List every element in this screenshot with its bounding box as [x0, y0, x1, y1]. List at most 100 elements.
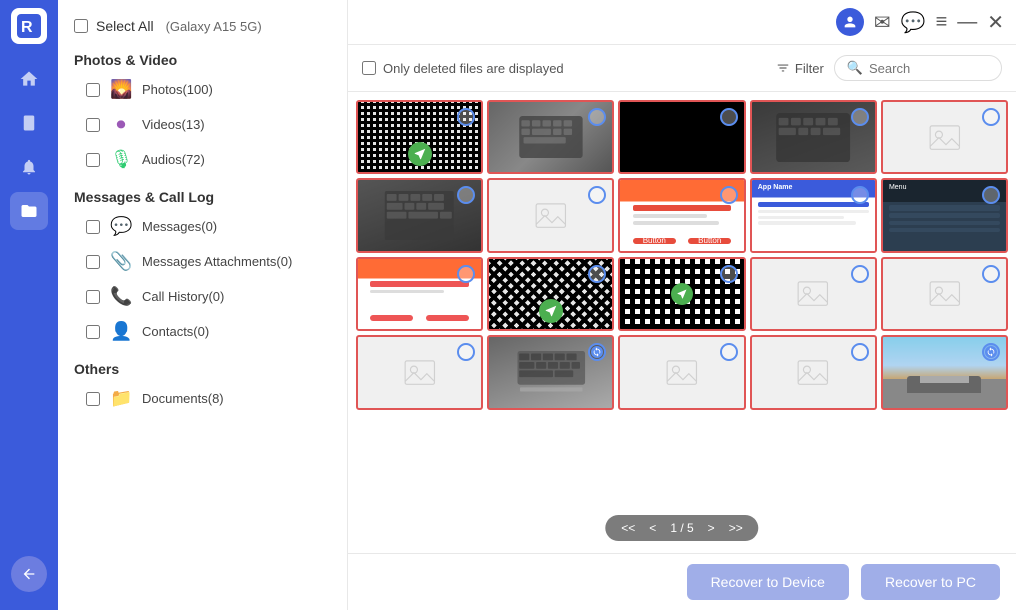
- thumb-17[interactable]: [487, 335, 614, 409]
- thumb-18[interactable]: [618, 335, 745, 409]
- select-circle-3[interactable]: [720, 108, 738, 126]
- select-all-row[interactable]: Select All (Galaxy A15 5G): [58, 10, 347, 46]
- select-circle-5[interactable]: [982, 108, 1000, 126]
- attachments-checkbox[interactable]: [86, 255, 100, 269]
- thumb-7[interactable]: [487, 178, 614, 252]
- messages-label: Messages(0): [142, 219, 217, 234]
- recover-to-pc-button[interactable]: Recover to PC: [861, 564, 1000, 600]
- user-avatar[interactable]: [836, 8, 864, 36]
- select-circle-11[interactable]: [457, 265, 475, 283]
- audios-label: Audios(72): [142, 152, 205, 167]
- select-circle-4[interactable]: [851, 108, 869, 126]
- toolbar: Only deleted files are displayed Filter …: [348, 45, 1016, 92]
- sidebar-item-audios[interactable]: 🎙 Audios(72): [58, 142, 347, 177]
- select-all-label: Select All: [96, 18, 154, 34]
- select-circle-19[interactable]: [851, 343, 869, 361]
- thumb-16[interactable]: [356, 335, 483, 409]
- select-circle-18[interactable]: [720, 343, 738, 361]
- bottom-bar: Recover to Device Recover to PC: [348, 553, 1016, 610]
- deleted-only-filter[interactable]: Only deleted files are displayed: [362, 61, 564, 76]
- thumb-4[interactable]: [750, 100, 877, 174]
- thumb-14[interactable]: [750, 257, 877, 331]
- sidebar-item-documents[interactable]: 📁 Documents(8): [58, 381, 347, 416]
- first-page-button[interactable]: <<: [617, 519, 639, 537]
- sidebar-item-contacts[interactable]: 👤 Contacts(0): [58, 314, 347, 349]
- section-photos-video: Photos & Video: [58, 46, 347, 72]
- select-circle-8[interactable]: [720, 186, 738, 204]
- filter-button[interactable]: Filter: [776, 61, 824, 76]
- sidebar-item-attachments[interactable]: 📎 Messages Attachments(0): [58, 244, 347, 279]
- select-circle-17[interactable]: [588, 343, 606, 361]
- section-others: Others: [58, 355, 347, 381]
- thumb-3[interactable]: [618, 100, 745, 174]
- app-logo: R: [11, 8, 47, 44]
- thumb-5[interactable]: [881, 100, 1008, 174]
- prev-page-button[interactable]: <: [645, 519, 660, 537]
- sidebar-item-videos[interactable]: ⏺ Videos(13): [58, 107, 347, 142]
- filter-label: Filter: [795, 61, 824, 76]
- photos-checkbox[interactable]: [86, 83, 100, 97]
- contacts-checkbox[interactable]: [86, 325, 100, 339]
- audios-checkbox[interactable]: [86, 153, 100, 167]
- search-icon: 🔍: [847, 60, 863, 76]
- select-all-checkbox[interactable]: [74, 19, 88, 33]
- search-box[interactable]: 🔍: [834, 55, 1002, 81]
- select-circle-6[interactable]: [457, 186, 475, 204]
- thumb-8[interactable]: Button Button: [618, 178, 745, 252]
- select-circle-15[interactable]: [982, 265, 1000, 283]
- device-name: (Galaxy A15 5G): [166, 19, 262, 34]
- thumb-15[interactable]: [881, 257, 1008, 331]
- thumb-9[interactable]: App Name: [750, 178, 877, 252]
- sidebar-item-messages[interactable]: 💬 Messages(0): [58, 209, 347, 244]
- section-messages: Messages & Call Log: [58, 183, 347, 209]
- last-page-button[interactable]: >>: [725, 519, 747, 537]
- back-button[interactable]: [11, 556, 47, 592]
- message-icon: 💬: [110, 216, 132, 237]
- photos-label: Photos(100): [142, 82, 213, 97]
- thumb-6[interactable]: [356, 178, 483, 252]
- messages-checkbox[interactable]: [86, 220, 100, 234]
- svg-text:R: R: [21, 19, 33, 36]
- sidebar-item-photos[interactable]: 🌄 Photos(100): [58, 72, 347, 107]
- photo-icon: 🌄: [110, 79, 132, 100]
- nav-home-icon[interactable]: [10, 60, 48, 98]
- chat-icon[interactable]: 💬: [901, 10, 926, 35]
- close-icon[interactable]: ✕: [987, 10, 1004, 35]
- next-page-button[interactable]: >: [704, 519, 719, 537]
- calls-checkbox[interactable]: [86, 290, 100, 304]
- deleted-only-label: Only deleted files are displayed: [383, 61, 564, 76]
- recover-to-device-button[interactable]: Recover to Device: [687, 564, 849, 600]
- thumb-19[interactable]: [750, 335, 877, 409]
- nav-bar: R: [0, 0, 58, 610]
- documents-checkbox[interactable]: [86, 392, 100, 406]
- mail-icon[interactable]: ✉: [874, 10, 891, 35]
- select-circle-16[interactable]: [457, 343, 475, 361]
- thumb-2[interactable]: [487, 100, 614, 174]
- videos-checkbox[interactable]: [86, 118, 100, 132]
- contacts-label: Contacts(0): [142, 324, 209, 339]
- nav-notification-icon[interactable]: [10, 148, 48, 186]
- select-circle-7[interactable]: [588, 186, 606, 204]
- menu-icon[interactable]: ≡: [936, 11, 948, 34]
- image-grid: Button Button App Name: [348, 92, 1016, 418]
- minimize-icon[interactable]: —: [957, 11, 977, 34]
- main-content: ✉ 💬 ≡ — ✕ Only deleted files are display…: [348, 0, 1016, 610]
- select-circle-13[interactable]: [720, 265, 738, 283]
- select-circle-14[interactable]: [851, 265, 869, 283]
- thumb-20[interactable]: [881, 335, 1008, 409]
- thumb-11[interactable]: [356, 257, 483, 331]
- video-icon: ⏺: [110, 114, 132, 135]
- thumb-12[interactable]: [487, 257, 614, 331]
- pagination: << < 1 / 5 > >>: [605, 515, 758, 541]
- nav-phone-icon[interactable]: [10, 104, 48, 142]
- search-input[interactable]: [869, 61, 989, 76]
- thumb-1[interactable]: [356, 100, 483, 174]
- select-circle-2[interactable]: [588, 108, 606, 126]
- thumb-13[interactable]: [618, 257, 745, 331]
- deleted-only-checkbox[interactable]: [362, 61, 376, 75]
- audio-icon: 🎙: [110, 149, 132, 170]
- thumb-10[interactable]: Menu: [881, 178, 1008, 252]
- nav-files-icon[interactable]: [10, 192, 48, 230]
- sidebar-item-calls[interactable]: 📞 Call History(0): [58, 279, 347, 314]
- sidebar: Select All (Galaxy A15 5G) Photos & Vide…: [58, 0, 348, 610]
